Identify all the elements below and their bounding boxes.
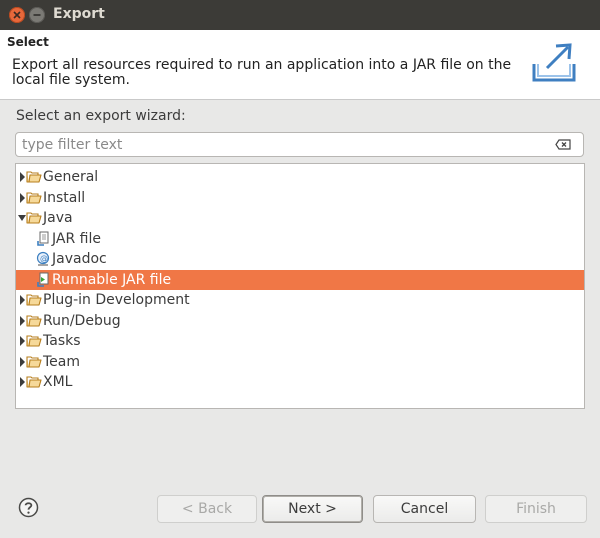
- svg-text:@: @: [40, 254, 48, 263]
- page-description: Export all resources required to run an …: [12, 57, 512, 88]
- tree-item[interactable]: Java: [16, 208, 584, 228]
- tree-item[interactable]: Runnable JAR file: [16, 269, 584, 290]
- tree-item-label: JAR file: [52, 230, 101, 247]
- next-button[interactable]: Next >: [262, 495, 363, 523]
- tree-item[interactable]: Run/Debug: [16, 311, 584, 331]
- filter-field[interactable]: [15, 132, 584, 157]
- export-icon: [532, 43, 576, 82]
- export-dialog: Export Select Export all resources requi…: [0, 0, 600, 538]
- collapsed-arrow-icon[interactable]: [18, 172, 26, 182]
- tree-item-label: Install: [43, 189, 86, 206]
- tree-item-label: Java: [43, 210, 73, 226]
- close-icon: [13, 11, 21, 19]
- tree-item-label: Tasks: [43, 333, 81, 349]
- folder-icon: [26, 171, 42, 183]
- tree-item-label: Runnable JAR file: [52, 271, 172, 288]
- runnable-jar-icon: [37, 272, 49, 287]
- tree-item-label: Team: [43, 353, 81, 370]
- jar-file-icon: [37, 231, 49, 246]
- tree-item-label: General: [43, 169, 99, 185]
- tree-item-label: XML: [43, 374, 73, 390]
- folder-icon: [26, 314, 42, 327]
- folder-icon: [26, 355, 42, 368]
- folder-icon: [26, 212, 42, 224]
- tree-item[interactable]: Plug-in Development: [16, 290, 584, 310]
- tree-item-label: Run/Debug: [43, 312, 121, 329]
- collapsed-arrow-icon[interactable]: [18, 295, 26, 305]
- tree-item[interactable]: Tasks: [16, 331, 584, 351]
- folder-icon: [26, 294, 42, 306]
- folder-icon: [26, 335, 42, 347]
- javadoc-icon: @: [36, 251, 50, 266]
- cancel-button[interactable]: Cancel: [373, 495, 476, 523]
- close-button[interactable]: [9, 7, 25, 23]
- finish-button[interactable]: Finish: [485, 495, 587, 523]
- tree-item[interactable]: General: [16, 167, 584, 187]
- collapsed-arrow-icon[interactable]: [18, 377, 26, 387]
- folder-icon: [26, 191, 42, 204]
- tree-item[interactable]: Team: [16, 352, 584, 372]
- minimize-button[interactable]: [29, 7, 45, 23]
- tree-item[interactable]: JAR file: [16, 229, 584, 249]
- expanded-arrow-icon[interactable]: [18, 213, 26, 223]
- collapsed-arrow-icon[interactable]: [18, 192, 26, 203]
- collapsed-arrow-icon[interactable]: [18, 336, 26, 346]
- wizard-label: Select an export wizard:: [16, 108, 186, 124]
- tree-item[interactable]: @ Javadoc: [16, 249, 584, 269]
- folder-icon: [26, 376, 42, 388]
- tree-item-label: Javadoc: [52, 251, 107, 267]
- minimize-icon: [33, 14, 41, 16]
- collapsed-arrow-icon[interactable]: [18, 356, 26, 367]
- wizard-header: Select Export all resources required to …: [0, 30, 600, 100]
- filter-input[interactable]: [22, 135, 542, 154]
- tree-item[interactable]: Install: [16, 188, 584, 208]
- collapsed-arrow-icon[interactable]: [18, 315, 26, 326]
- tree-item-label: Plug-in Development: [43, 292, 190, 308]
- back-button[interactable]: < Back: [157, 495, 257, 523]
- tree-item[interactable]: XML: [16, 372, 584, 392]
- wizard-tree[interactable]: General Install Java JAR file @ Javadoc Runnab…: [15, 163, 585, 409]
- title-bar: Export: [0, 0, 600, 30]
- window-title: Export: [53, 6, 105, 22]
- page-title: Select: [7, 35, 49, 49]
- clear-icon[interactable]: [555, 139, 571, 150]
- help-icon[interactable]: [18, 497, 39, 518]
